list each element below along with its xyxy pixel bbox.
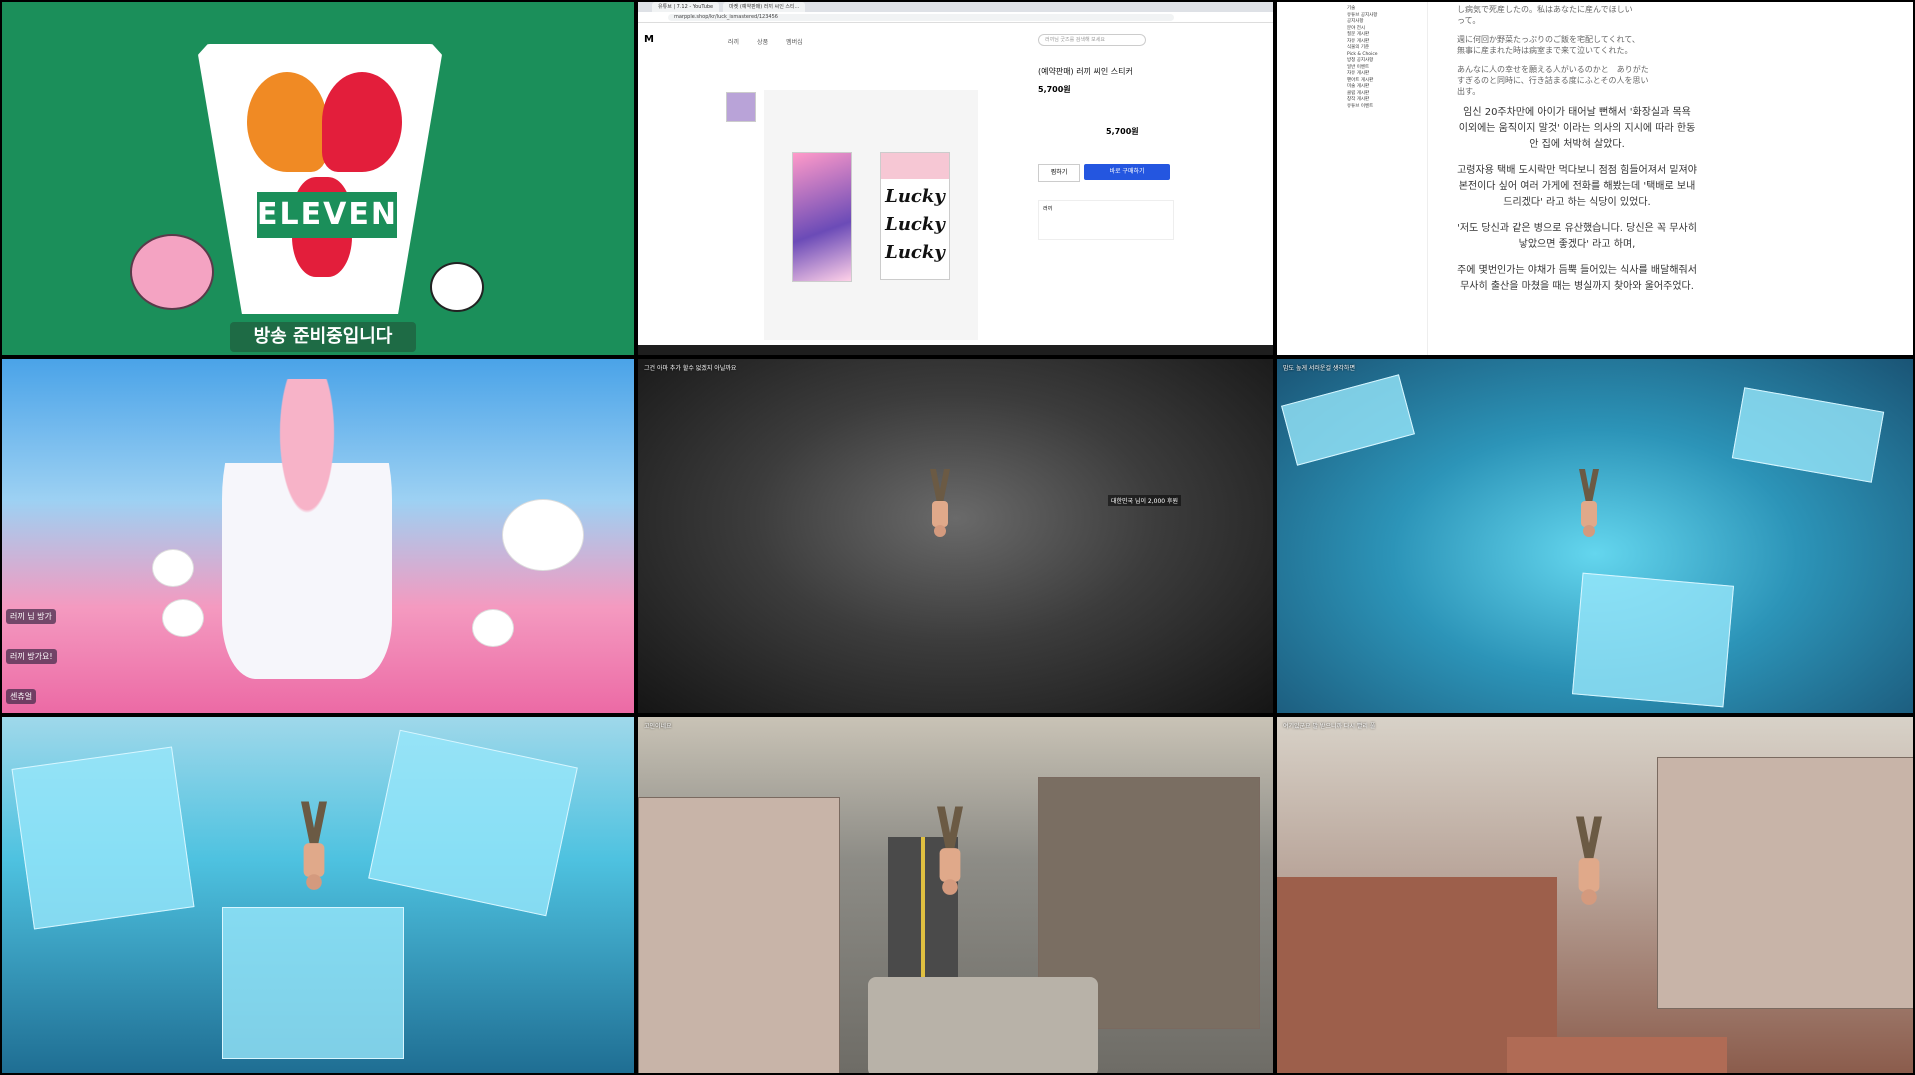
anime-girl-illustration bbox=[222, 379, 392, 679]
buy-now-button[interactable]: 바로 구매하기 bbox=[1084, 164, 1170, 180]
site-nav: 러끼 상품 멤버십 bbox=[728, 37, 803, 46]
browser-tab[interactable]: 마켓 (예약판매) 러끼 씨인 스티... bbox=[723, 2, 806, 12]
total-price: 5,700원 bbox=[1106, 127, 1139, 136]
game-ice-peaks bbox=[0, 715, 636, 1075]
ice-block bbox=[1281, 374, 1415, 466]
game-dark-ruins: 그건 아마 추가 할수 없겠지 아닐까요 대한민국 님이 2,000 후원 bbox=[636, 357, 1275, 715]
browser-window: 유튜브 | 7.12 - YouTube 마켓 (예약판매) 러끼 씨인 스티.… bbox=[636, 0, 1275, 357]
shop-page: M 러끼 상품 멤버십 러끼님 굿즈를 검색해 보세요 Lucky Lucky … bbox=[638, 22, 1273, 340]
lucky-sticker-image: Lucky Lucky Lucky bbox=[880, 152, 950, 280]
standby-screen: ELEVEN 방송 준비중입니다 bbox=[0, 0, 636, 357]
standby-banner: 방송 준비중입니다 bbox=[230, 322, 416, 352]
ghost-mascot bbox=[152, 549, 194, 587]
handstand-character bbox=[298, 801, 329, 893]
ghost-mascot bbox=[162, 599, 204, 637]
jp-line: あんなに人の幸せを願える人がいるのかと ありがた bbox=[1457, 65, 1649, 74]
logo-red-shape bbox=[322, 72, 402, 172]
ghost-mascot bbox=[472, 609, 514, 647]
chat-message: 센츄얼 bbox=[6, 689, 37, 704]
jp-line: し病気で死産したの。私はあなたに産んでほしい bbox=[1457, 5, 1633, 14]
stream-caption: 고인이네요 bbox=[644, 723, 672, 730]
sticker-word: Lucky bbox=[885, 186, 945, 207]
ice-block bbox=[368, 729, 578, 917]
donation-alert: 대한민국 님이 2,000 후원 bbox=[1108, 495, 1182, 506]
japanese-text: し病気で死産したの。私はあなたに産んでほしい って。 週に何回か野菜たっぷりのご… bbox=[1457, 4, 1697, 97]
handstand-character bbox=[1573, 816, 1604, 908]
building bbox=[1657, 757, 1913, 1009]
ice-block bbox=[11, 746, 195, 930]
wishlist-button[interactable]: 찜하기 bbox=[1038, 164, 1080, 182]
ice-block bbox=[222, 907, 404, 1059]
creator-profile-card[interactable]: 러끼 bbox=[1038, 200, 1174, 240]
sticker-word: Lucky bbox=[885, 214, 945, 235]
game-ice-floor: 맘도 높게 서러운걸 생각하면 bbox=[1275, 357, 1915, 715]
stream-caption: 여기있군요 발 받으니까 다시 빨리 풀 bbox=[1283, 723, 1376, 730]
stream-caption: 그건 아마 추가 할수 없겠지 아닐까요 bbox=[644, 365, 737, 372]
chat-message: 러끼 님 방가 bbox=[6, 609, 56, 624]
search-input[interactable]: 러끼님 굿즈를 검색해 보세요 bbox=[1038, 34, 1146, 46]
ice-block bbox=[1571, 572, 1735, 708]
pink-mascot bbox=[130, 234, 214, 310]
brick-ledge bbox=[1507, 1037, 1727, 1073]
korean-paragraph: 주에 몇번인가는 야채가 듬뿍 들어있는 식사를 배달해줘서 무사히 출산을 마… bbox=[1457, 265, 1697, 292]
product-thumbnail[interactable] bbox=[726, 92, 756, 122]
windows-taskbar bbox=[638, 345, 1273, 355]
game-brick-rooftop: 여기있군요 발 받으니까 다시 빨리 풀 bbox=[1275, 715, 1915, 1075]
concrete-ledge bbox=[868, 977, 1098, 1073]
korean-paragraph: '저도 당신과 같은 병으로 유산했습니다. 당신은 꼭 무사히 낳았으면 좋겠… bbox=[1457, 223, 1697, 250]
jp-line: すぎるのと同時に、行き詰まる度にふとその人を思い bbox=[1457, 76, 1649, 85]
url-field[interactable]: marpple.shop/kr/luck_ismastered/123456 bbox=[668, 13, 1174, 21]
sticker-word: Lucky bbox=[885, 242, 945, 263]
tab-strip: 유튜브 | 7.12 - YouTube 마켓 (예약판매) 러끼 씨인 스티.… bbox=[638, 2, 1273, 12]
product-price: 5,700원 bbox=[1038, 85, 1071, 94]
nav-item[interactable]: 러끼 bbox=[728, 37, 739, 46]
logo-text: ELEVEN bbox=[257, 192, 397, 238]
handstand-character bbox=[1577, 469, 1601, 539]
sidebar-item[interactable]: 유튜브 이벤트 bbox=[1347, 104, 1427, 111]
nav-item[interactable]: 상품 bbox=[757, 37, 768, 46]
jp-line: って。 bbox=[1457, 16, 1481, 25]
product-preview: Lucky Lucky Lucky bbox=[764, 90, 978, 340]
nav-item[interactable]: 멤버십 bbox=[786, 37, 803, 46]
site-logo[interactable]: M bbox=[644, 34, 654, 45]
handstand-character bbox=[934, 806, 965, 898]
stream-illustration: 러끼 님 방가 러끼 방가요! 센츄얼 bbox=[0, 357, 636, 715]
board-sidebar: 기술 유튜브 공지사항 공지사항 분야 전시 질문 게시판 자유 게시판 식물의 기준 Pic… bbox=[1347, 2, 1428, 355]
article-body: し病気で死産したの。私はあなたに産んでほしい って。 週に何回か野菜たっぷりのご… bbox=[1457, 2, 1697, 305]
chat-message: 러끼 방가요! bbox=[6, 649, 57, 664]
community-article: 기술 유튜브 공지사항 공지사항 분야 전시 질문 게시판 자유 게시판 식물의 기준 Pic… bbox=[1275, 0, 1915, 357]
white-bird-mascot bbox=[430, 262, 484, 312]
korean-paragraph: 고령자용 택배 도시락만 먹다보니 점점 힘들어져서 밑져야 본전이다 싶어 여… bbox=[1457, 165, 1697, 208]
logo-orange-shape bbox=[247, 72, 327, 172]
game-rooftop-road: 고인이네요 bbox=[636, 715, 1275, 1075]
handstand-character bbox=[928, 469, 952, 539]
jp-line: 無事に産まれた時は病室まで来て泣いてくれた。 bbox=[1457, 46, 1633, 55]
building bbox=[638, 797, 840, 1073]
stream-caption: 맘도 높게 서러운걸 생각하면 bbox=[1283, 365, 1355, 372]
browser-tab[interactable]: 유튜브 | 7.12 - YouTube bbox=[652, 2, 720, 12]
sticker-art-image bbox=[792, 152, 852, 282]
korean-paragraph: 임신 20주차만에 아이가 태어날 뻔해서 '화장실과 목욕 이외에는 움직이지… bbox=[1458, 107, 1696, 150]
ghost-mascot bbox=[502, 499, 584, 571]
jp-line: 出す。 bbox=[1457, 87, 1481, 96]
jp-line: 週に何回か野菜たっぷりのご飯を宅配してくれて、 bbox=[1457, 35, 1640, 44]
stream-grid: ELEVEN 방송 준비중입니다 유튜브 | 7.12 - YouTube 마켓… bbox=[0, 0, 1915, 1075]
ice-block bbox=[1731, 387, 1885, 483]
product-title: (예약판매) 러끼 씨인 스티커 bbox=[1038, 67, 1133, 76]
creator-name: 러끼 bbox=[1043, 206, 1053, 212]
